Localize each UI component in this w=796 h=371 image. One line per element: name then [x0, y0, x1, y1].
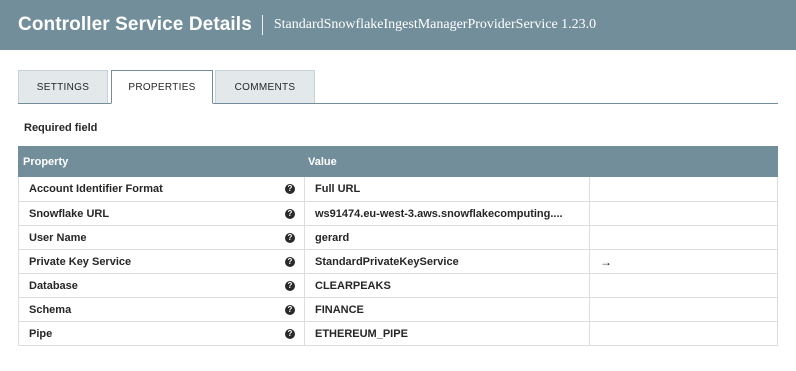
action-cell	[590, 177, 778, 201]
table-header: Property Value	[18, 146, 778, 177]
column-header-property[interactable]: Property	[18, 146, 305, 177]
table-row[interactable]: User Name? gerard	[18, 226, 778, 250]
property-cell: User Name?	[18, 226, 305, 249]
property-name: User Name	[29, 231, 87, 244]
property-value: StandardPrivateKeyService	[315, 255, 459, 268]
help-icon[interactable]: ?	[285, 280, 295, 291]
property-cell: Private Key Service?	[18, 250, 305, 273]
property-value: CLEARPEAKS	[315, 279, 391, 292]
property-cell: Pipe?	[18, 322, 305, 345]
help-icon[interactable]: ?	[285, 184, 295, 194]
value-cell[interactable]: ws91474.eu-west-3.aws.snowflakecomputing…	[305, 202, 590, 225]
table-row[interactable]: Private Key Service? StandardPrivateKeySe…	[18, 250, 778, 274]
action-cell	[590, 322, 778, 345]
table-row[interactable]: Schema? FINANCE	[18, 298, 778, 322]
tab-settings[interactable]: SETTINGS	[18, 70, 108, 103]
value-cell[interactable]: ETHEREUM_PIPE	[305, 322, 590, 345]
required-field-label: Required field	[24, 122, 98, 134]
value-cell[interactable]: Full URL	[305, 177, 590, 201]
property-name: Schema	[29, 303, 72, 316]
help-icon[interactable]: ?	[285, 232, 295, 243]
column-header-value[interactable]: Value	[305, 146, 778, 177]
property-name: Account Identifier Format	[29, 183, 163, 195]
value-cell[interactable]: CLEARPEAKS	[305, 274, 590, 297]
value-cell[interactable]: FINANCE	[305, 298, 590, 321]
property-value: ETHEREUM_PIPE	[315, 327, 408, 340]
property-name: Pipe	[29, 327, 53, 340]
property-name: Snowflake URL	[29, 207, 110, 220]
dialog-header: Controller Service Details StandardSnowf…	[0, 0, 796, 50]
arrow-right-icon[interactable]: →	[600, 255, 612, 269]
value-cell[interactable]: gerard	[305, 226, 590, 249]
action-cell	[590, 226, 778, 249]
property-cell: Schema?	[18, 298, 305, 321]
property-value: FINANCE	[315, 303, 364, 316]
dialog-title: Controller Service Details	[18, 14, 252, 35]
property-value: Full URL	[315, 183, 361, 195]
table-row[interactable]: Account Identifier Format? Full URL	[18, 177, 778, 202]
property-cell: Account Identifier Format?	[18, 177, 305, 201]
header-divider	[261, 15, 263, 35]
table-row[interactable]: Snowflake URL? ws91474.eu-west-3.aws.snow…	[18, 202, 778, 226]
property-cell: Database?	[18, 274, 305, 297]
help-icon[interactable]: ?	[285, 328, 295, 339]
value-cell[interactable]: StandardPrivateKeyService	[305, 250, 590, 273]
dialog-subtitle: StandardSnowflakeIngestManagerProviderSe…	[273, 17, 597, 32]
table-row[interactable]: Pipe? ETHEREUM_PIPE	[18, 322, 778, 346]
property-value: ws91474.eu-west-3.aws.snowflakecomputing…	[315, 207, 563, 220]
tab-bar: SETTINGS PROPERTIES COMMENTS	[18, 70, 778, 104]
tab-properties[interactable]: PROPERTIES	[111, 70, 213, 104]
help-icon[interactable]: ?	[285, 304, 295, 315]
action-cell: →	[590, 250, 778, 273]
table-body: Account Identifier Format? Full URL Snowfl…	[18, 177, 778, 346]
help-icon[interactable]: ?	[285, 256, 295, 267]
action-cell	[590, 202, 778, 225]
help-icon[interactable]: ?	[285, 208, 295, 219]
property-cell: Snowflake URL?	[18, 202, 305, 225]
table-row[interactable]: Database? CLEARPEAKS	[18, 274, 778, 298]
property-value: gerard	[315, 231, 350, 244]
action-cell	[590, 274, 778, 297]
property-name: Private Key Service	[29, 255, 132, 268]
property-name: Database	[29, 279, 78, 292]
action-cell	[590, 298, 778, 321]
tab-comments[interactable]: COMMENTS	[215, 70, 315, 103]
properties-table: Property Value Account Identifier Format…	[18, 146, 778, 346]
